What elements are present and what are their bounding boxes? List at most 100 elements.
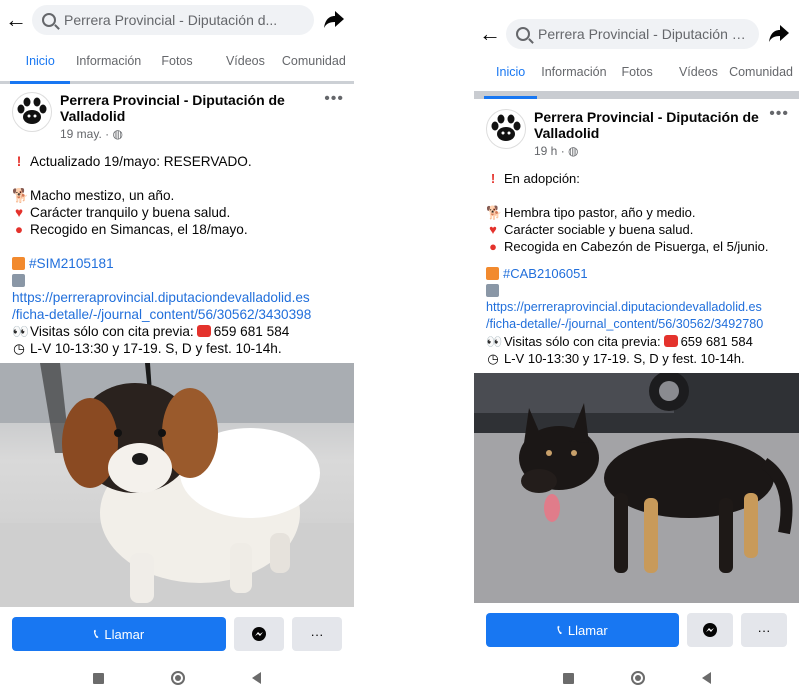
search-bar[interactable]: Perrera Provincial - Diputación d... (506, 19, 759, 49)
android-nav-bar (474, 661, 799, 695)
post-photo[interactable] (0, 363, 354, 607)
messenger-icon (703, 623, 717, 637)
arrow-right-icon (12, 274, 25, 287)
clock-icon: ◷ (13, 341, 25, 356)
clock-icon: ◷ (487, 351, 499, 366)
post-line: Macho mestizo, un año. (30, 188, 175, 203)
post-time-text: 19 may. · (60, 127, 113, 141)
messenger-button[interactable] (687, 613, 733, 647)
nav-back-icon[interactable] (251, 672, 261, 684)
telephone-icon (663, 335, 678, 347)
tab-inicio[interactable]: Inicio (480, 53, 541, 99)
tab-inicio[interactable]: Inicio (6, 40, 74, 84)
nav-home-icon[interactable] (630, 671, 645, 685)
pin-icon: ● (489, 239, 497, 254)
post-photo[interactable] (474, 373, 799, 603)
share-icon[interactable] (314, 10, 354, 30)
id-badge-icon (12, 257, 25, 270)
post-line: Recogida en Cabezón de Pisuerga, el 5/ju… (504, 239, 769, 254)
action-bar: 📞︎ Llamar ··· (474, 603, 799, 657)
hashtag-link[interactable]: #SIM2105181 (29, 256, 114, 271)
hashtag-link[interactable]: #CAB2106051 (503, 266, 588, 281)
share-icon[interactable] (759, 24, 799, 44)
top-bar: ← Perrera Provincial - Diputación d... (0, 0, 354, 40)
globe-icon: ◍ (568, 144, 579, 158)
tab-videos[interactable]: Vídeos (668, 53, 729, 91)
more-icon[interactable]: ••• (324, 90, 344, 108)
post-link-cont[interactable]: /ficha-detalle/-/journal_content/56/3056… (12, 306, 344, 323)
eyes-icon: 👀 (12, 324, 29, 339)
dog-emoji-icon: 🐕 (12, 188, 29, 203)
tab-fotos[interactable]: Fotos (607, 53, 668, 91)
post-link[interactable]: https://perreraprovincial.diputaciondeva… (486, 299, 795, 316)
visits-text: Visitas sólo con cita previa: (30, 324, 194, 339)
post-link[interactable]: https://perreraprovincial.diputaciondeva… (12, 289, 344, 306)
tab-fotos[interactable]: Fotos (143, 40, 211, 81)
call-button[interactable]: 📞︎ Llamar (486, 613, 679, 647)
search-icon (42, 13, 56, 27)
tab-informacion[interactable]: Información (74, 40, 142, 81)
post-time: 19 may. · ◍ (60, 127, 346, 141)
post-line: Hembra tipo pastor, año y medio. (504, 205, 696, 220)
eyes-icon: 👀 (486, 334, 503, 349)
post-author[interactable]: Perrera Provincial - Diputación de Valla… (60, 92, 346, 124)
post-time: 19 h · ◍ (534, 144, 791, 158)
post-author[interactable]: Perrera Provincial - Diputación de Valla… (534, 109, 791, 141)
search-icon (516, 27, 530, 41)
id-badge-icon (486, 267, 499, 280)
tab-comunidad[interactable]: Comunidad (280, 40, 348, 81)
globe-icon: ◍ (112, 127, 123, 141)
exclamation-icon: ! (16, 154, 22, 169)
nav-home-icon[interactable] (170, 671, 185, 685)
telephone-icon (196, 325, 211, 337)
paw-logo-icon (17, 97, 47, 124)
phone-number: 659 681 584 (213, 324, 290, 339)
call-button-label: Llamar (104, 626, 145, 642)
post-link-cont[interactable]: /ficha-detalle/-/journal_content/56/3056… (486, 316, 795, 333)
top-bar: ← Perrera Provincial - Diputación d... (474, 15, 799, 53)
avatar[interactable] (486, 109, 526, 149)
search-text: Perrera Provincial - Diputación d... (64, 12, 278, 28)
tab-videos[interactable]: Vídeos (211, 40, 279, 81)
more-actions-button[interactable]: ··· (292, 617, 342, 651)
post-body: ! En adopción: 🐕 Hembra tipo pastor, año y… (474, 158, 799, 367)
page-tabs: Inicio Información Fotos Vídeos Comunida… (474, 53, 799, 99)
visits-text: Visitas sólo con cita previa: (504, 334, 661, 349)
hours-text: L-V 10-13:30 y 17-19. S, D y fest. 10-14… (504, 351, 745, 366)
heart-icon: ♥ (489, 222, 497, 237)
post-body: ! Actualizado 19/mayo: RESERVADO. 🐕Macho … (0, 141, 354, 357)
exclamation-icon: ! (490, 171, 496, 186)
messenger-button[interactable] (234, 617, 284, 651)
post-header: Perrera Provincial - Diputación de Valla… (0, 84, 354, 141)
avatar[interactable] (12, 92, 52, 132)
pin-icon: ● (14, 222, 24, 237)
post-header: Perrera Provincial - Diputación de Valla… (474, 99, 799, 158)
right-screenshot: ← Perrera Provincial - Diputación d... I… (474, 0, 799, 695)
post-time-text: 19 h · (534, 144, 569, 158)
call-button-label: Llamar (567, 622, 608, 638)
paw-logo-icon (491, 114, 521, 141)
tab-comunidad[interactable]: Comunidad (729, 53, 793, 91)
more-icon[interactable]: ••• (769, 105, 789, 123)
phone-number: 659 681 584 (680, 334, 753, 349)
back-arrow-icon[interactable]: ← (0, 7, 32, 33)
nav-square-icon[interactable] (93, 672, 105, 684)
search-bar[interactable]: Perrera Provincial - Diputación d... (32, 5, 314, 35)
dog-emoji-icon: 🐕 (486, 205, 503, 220)
phone-icon: 📞︎ (93, 626, 99, 641)
post-status: En adopción: (504, 171, 580, 186)
search-text: Perrera Provincial - Diputación d... (538, 26, 749, 42)
messenger-icon (252, 627, 266, 641)
nav-square-icon[interactable] (562, 672, 574, 684)
android-nav-bar (0, 661, 354, 695)
call-button[interactable]: 📞︎ Llamar (12, 617, 226, 651)
arrow-right-icon (486, 284, 499, 297)
post-status: Actualizado 19/mayo: RESERVADO. (30, 154, 252, 169)
nav-back-icon[interactable] (701, 672, 711, 684)
tab-informacion[interactable]: Información (541, 53, 606, 91)
heart-icon: ♥ (14, 205, 24, 220)
post-line: Carácter sociable y buena salud. (504, 222, 694, 237)
back-arrow-icon[interactable]: ← (474, 21, 506, 47)
post-line: Recogido en Simancas, el 18/mayo. (30, 222, 248, 237)
more-actions-button[interactable]: ··· (741, 613, 787, 647)
